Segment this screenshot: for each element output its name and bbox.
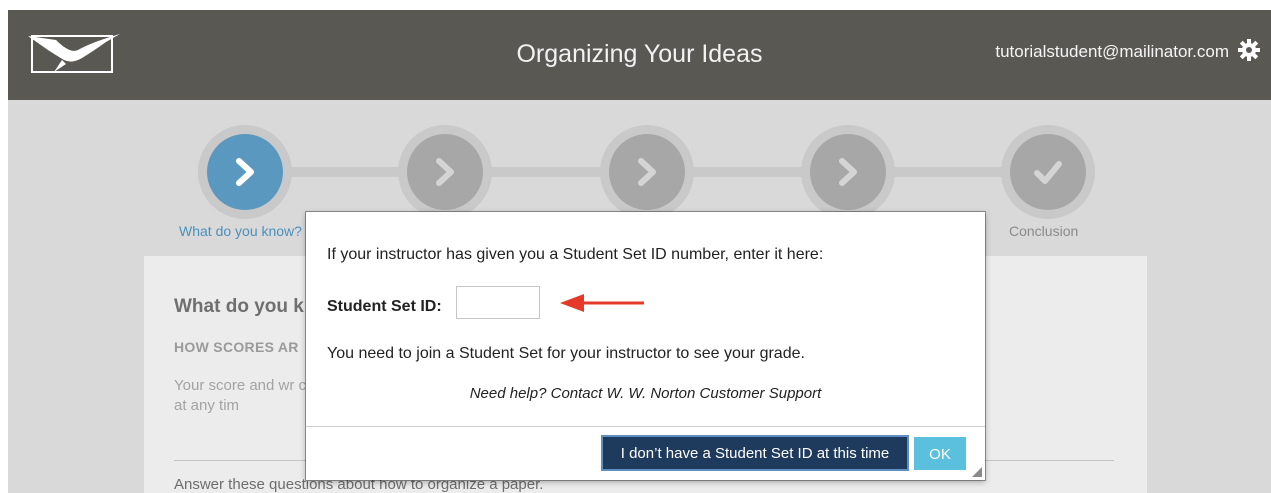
red-arrow-annotation-icon — [560, 294, 644, 312]
step-label-conclusion[interactable]: Conclusion — [1009, 223, 1078, 239]
ok-button[interactable]: OK — [914, 437, 966, 470]
no-student-set-id-button[interactable]: I don’t have a Student Set ID at this ti… — [601, 435, 909, 471]
step-3-circle — [609, 134, 685, 210]
step-1-circle — [207, 134, 283, 210]
step-1[interactable] — [198, 125, 292, 219]
step-5-circle — [1010, 134, 1086, 210]
user-email[interactable]: tutorialstudent@mailinator.com — [995, 42, 1229, 62]
student-set-id-label: Student Set ID: — [327, 298, 442, 315]
top-bar: Organizing Your Ideas tutorialstudent@ma… — [8, 10, 1271, 100]
resize-handle-icon[interactable] — [972, 467, 982, 477]
checkmark-icon — [1034, 161, 1062, 184]
dialog-note: You need to join a Student Set for your … — [327, 345, 805, 362]
step-5[interactable] — [1001, 125, 1095, 219]
chevron-right-icon — [236, 158, 254, 186]
step-4-circle — [810, 134, 886, 210]
student-set-dialog: If your instructor has given you a Stude… — [306, 212, 985, 480]
step-2-circle — [407, 134, 483, 210]
step-label-what-do-you-know[interactable]: What do you know? — [179, 223, 302, 239]
dialog-divider — [306, 426, 985, 427]
section-subheading: HOW SCORES AR — [174, 339, 299, 355]
support-link[interactable]: Need help? Contact W. W. Norton Customer… — [306, 385, 985, 402]
chevron-right-icon — [839, 158, 857, 186]
dialog-prompt: If your instructor has given you a Stude… — [327, 246, 824, 263]
gear-icon[interactable] — [1237, 38, 1261, 62]
chevron-right-icon — [638, 158, 656, 186]
step-4[interactable] — [801, 125, 895, 219]
section-heading: What do you k — [174, 296, 304, 317]
step-3[interactable] — [600, 125, 694, 219]
step-2[interactable] — [398, 125, 492, 219]
chevron-right-icon — [436, 158, 454, 186]
student-set-id-input[interactable] — [456, 286, 540, 319]
